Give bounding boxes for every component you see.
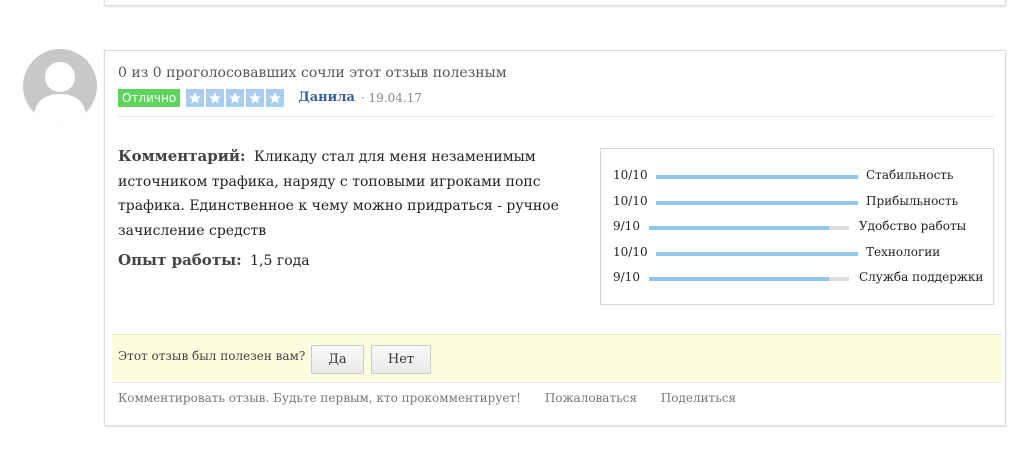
- comment-block: Комментарий: Кликаду стал для меня незам…: [118, 144, 568, 243]
- report-link[interactable]: Пожаловаться: [545, 391, 637, 405]
- star-icon: [186, 88, 205, 107]
- rating-bar-fill: [656, 175, 858, 179]
- review-date: · 19.04.17: [360, 90, 422, 105]
- rating-row: 10/10 Прибыльность: [601, 192, 993, 212]
- experience-block: Опыт работы: 1,5 года: [118, 251, 310, 269]
- user-silhouette-icon: [33, 62, 87, 123]
- star-icon: [206, 88, 225, 107]
- footer-links: Комментировать отзыв. Будьте первым, кто…: [118, 391, 756, 405]
- rating-label: Служба поддержки: [859, 270, 984, 284]
- helpful-votes-summary: 0 из 0 проголосовавших сочли этот отзыв …: [118, 65, 507, 81]
- share-link[interactable]: Поделиться: [661, 391, 736, 405]
- previous-review-card: [104, 0, 1006, 6]
- rating-row: 10/10 Технологии: [601, 243, 993, 263]
- rating-score: 9/10: [613, 219, 640, 233]
- avatar: [23, 49, 97, 123]
- footer-divider: [112, 382, 1002, 383]
- rating-bar-fill: [656, 252, 858, 256]
- star-icon: [226, 88, 245, 107]
- yes-button[interactable]: Да: [311, 345, 364, 374]
- star-rating: [186, 88, 286, 107]
- rating-score: 10/10: [613, 168, 648, 182]
- no-button[interactable]: Нет: [371, 345, 431, 374]
- experience-label: Опыт работы:: [118, 251, 242, 269]
- star-icon: [266, 88, 285, 107]
- rating-score: 10/10: [613, 245, 648, 259]
- rating-bar: [656, 252, 858, 256]
- helpful-question: Этот отзыв был полезен вам?: [118, 349, 306, 363]
- rating-bar-fill: [649, 226, 829, 230]
- rating-bar-fill: [656, 201, 858, 205]
- review-card: 0 из 0 проголосовавших сочли этот отзыв …: [104, 50, 1006, 426]
- rating-bar: [656, 201, 858, 205]
- star-icon: [246, 88, 265, 107]
- author-link[interactable]: Данила: [298, 90, 355, 105]
- rating-row: 9/10 Удобство работы: [601, 217, 993, 237]
- rating-bar: [656, 175, 858, 179]
- rating-label: Удобство работы: [859, 219, 967, 233]
- rating-label: Технологии: [866, 245, 941, 259]
- rating-bar-fill: [649, 277, 829, 281]
- rating-row: 10/10 Стабильность: [601, 166, 993, 186]
- divider: [118, 116, 994, 117]
- rating-bar: [649, 226, 849, 230]
- helpful-bar: Этот отзыв был полезен вам? Да Нет: [112, 334, 1002, 382]
- comment-review-link[interactable]: Комментировать отзыв. Будьте первым, кто…: [118, 391, 521, 405]
- rating-score: 10/10: [613, 194, 648, 208]
- experience-value: 1,5 года: [250, 253, 310, 269]
- comment-label: Комментарий:: [118, 147, 246, 165]
- rating-score: 9/10: [613, 270, 640, 284]
- rating-label: Стабильность: [866, 168, 954, 182]
- rating-label: Прибыльность: [866, 194, 959, 208]
- rating-badge: Отлично: [118, 88, 181, 107]
- review-meta: Отлично Данила · 19.04.17: [118, 88, 422, 107]
- ratings-panel: 10/10 Стабильность 10/10 Прибыльность 9/10 Уд…: [600, 148, 994, 305]
- rating-bar: [649, 277, 849, 281]
- rating-row: 9/10 Служба поддержки: [601, 268, 993, 288]
